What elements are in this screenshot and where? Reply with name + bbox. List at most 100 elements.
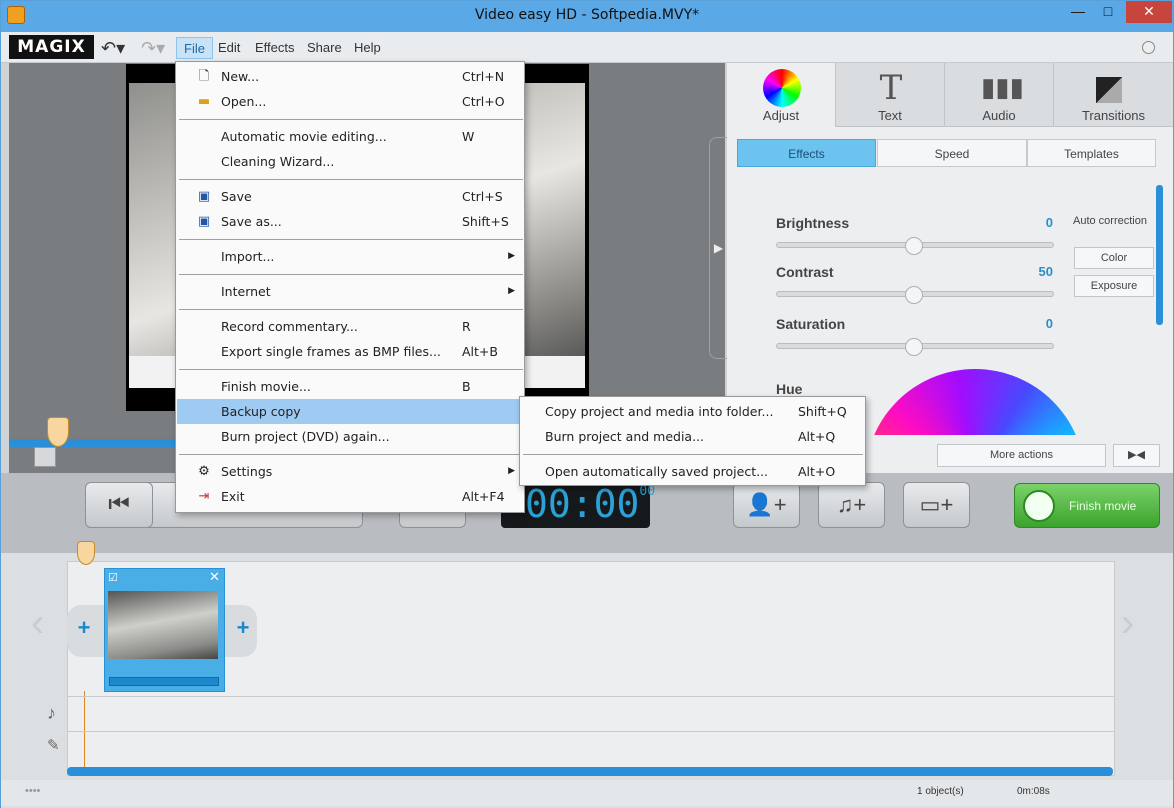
menu-item-open[interactable]: ▬ Open... Ctrl+O — [177, 89, 523, 114]
collapse-panel-icon[interactable]: ▶◀ — [1113, 444, 1160, 467]
submenu-item-label: Open automatically saved project... — [545, 464, 769, 479]
redo-icon[interactable]: ↷▾ — [141, 38, 165, 59]
scroll-right-icon[interactable]: › — [1121, 601, 1134, 646]
title-bar: Video easy HD - Softpedia.MVY* — □ ✕ — [1, 1, 1173, 32]
add-music-icon[interactable]: ♫+ — [818, 482, 885, 528]
close-button[interactable]: ✕ — [1126, 1, 1172, 23]
tab-audio[interactable]: ▮▮▮ Audio — [945, 63, 1054, 127]
clip-checkbox-icon[interactable]: ☑ — [108, 571, 118, 584]
subtab-effects[interactable]: Effects — [737, 139, 876, 167]
menu-edit[interactable]: Edit — [211, 37, 247, 59]
menu-item-label: Automatic movie editing... — [221, 129, 387, 144]
menu-item-shortcut: B — [462, 379, 471, 394]
maximize-button[interactable]: □ — [1093, 1, 1123, 23]
exposure-button[interactable]: Exposure — [1074, 275, 1154, 297]
color-wheel-icon — [763, 69, 801, 107]
submenu-item-copy-project[interactable]: Copy project and media into folder... Shi… — [521, 399, 865, 424]
menu-item-export-frames[interactable]: Export single frames as BMP files... Alt+… — [177, 339, 523, 364]
contrast-slider-thumb[interactable] — [905, 286, 923, 304]
menu-item-finish-movie[interactable]: Finish movie... B — [177, 374, 523, 399]
menu-item-label: Settings — [221, 464, 273, 479]
menu-item-settings[interactable]: ⚙ Settings ▶ — [177, 459, 523, 484]
settings-circle-icon[interactable] — [1142, 41, 1155, 54]
duration-text: 0m:08s — [1017, 786, 1050, 797]
menu-item-label: Open... — [221, 94, 267, 109]
file-menu: 🗋 New... Ctrl+N ▬ Open... Ctrl+O Automatic m… — [175, 61, 525, 513]
commentary-track-icon: ✎ — [47, 737, 60, 754]
menu-help[interactable]: Help — [347, 37, 388, 59]
save-as-icon: ▣ — [197, 214, 211, 229]
menu-separator — [179, 119, 523, 120]
menu-item-internet[interactable]: Internet ▶ — [177, 279, 523, 304]
undo-icon[interactable]: ↶▾ — [101, 38, 125, 59]
tab-transitions[interactable]: Transitions — [1054, 63, 1173, 127]
brightness-value: 0 — [1045, 215, 1053, 230]
tab-text[interactable]: T Text — [836, 63, 945, 127]
panel-tabs: Adjust T Text ▮▮▮ Audio Transitions — [727, 63, 1173, 127]
add-video-icon[interactable]: ▭+ — [903, 482, 970, 528]
tab-transitions-label: Transitions — [1081, 108, 1146, 123]
menu-item-cleaning-wizard[interactable]: Cleaning Wizard... — [177, 149, 523, 174]
preview-scrub-bar[interactable] — [9, 439, 179, 447]
tab-audio-label: Audio — [982, 108, 1016, 123]
menu-separator — [179, 274, 523, 275]
menu-item-save-as[interactable]: ▣ Save as... Shift+S — [177, 209, 523, 234]
preview-playhead-thumb[interactable] — [47, 417, 69, 447]
timeline-playhead[interactable] — [77, 541, 95, 565]
menu-separator — [179, 369, 523, 370]
submenu-item-label: Copy project and media into folder... — [545, 404, 774, 419]
collapse-panel-arrow-icon[interactable]: ▶ — [709, 137, 727, 359]
menu-file[interactable]: File — [176, 37, 213, 59]
menu-item-record-commentary[interactable]: Record commentary... R — [177, 314, 523, 339]
film-reel-icon — [1023, 490, 1055, 522]
menu-item-label: Backup copy — [221, 404, 301, 419]
menu-effects[interactable]: Effects — [248, 37, 302, 59]
minimize-button[interactable]: — — [1063, 1, 1093, 23]
menu-item-auto-editing[interactable]: Automatic movie editing... W — [177, 124, 523, 149]
scroll-left-icon[interactable]: ‹ — [31, 601, 44, 646]
backup-copy-submenu: Copy project and media into folder... Shi… — [519, 396, 866, 486]
saturation-slider-thumb[interactable] — [905, 338, 923, 356]
color-button[interactable]: Color — [1074, 247, 1154, 269]
brightness-slider-thumb[interactable] — [905, 237, 923, 255]
more-actions-button[interactable]: More actions — [937, 444, 1106, 467]
submenu-item-burn-project[interactable]: Burn project and media... Alt+Q — [521, 424, 865, 449]
menu-item-shortcut: Ctrl+O — [462, 94, 505, 109]
insert-after-icon[interactable]: + — [233, 617, 253, 639]
menu-separator — [179, 239, 523, 240]
volume-icon[interactable] — [34, 447, 56, 467]
menu-item-label: Import... — [221, 249, 275, 264]
new-doc-icon: 🗋 — [198, 69, 210, 84]
menu-share[interactable]: Share — [300, 37, 349, 59]
timeline-scrollbar[interactable] — [67, 767, 1113, 776]
menu-item-exit[interactable]: ⇥ Exit Alt+F4 — [177, 484, 523, 509]
menu-item-shortcut: Alt+F4 — [462, 489, 505, 504]
submenu-item-label: Burn project and media... — [545, 429, 705, 444]
tab-adjust[interactable]: Adjust — [727, 63, 836, 127]
track-divider — [67, 696, 1115, 697]
status-bar: •••• 1 object(s) 0m:08s — [1, 780, 1173, 806]
window-title: Video easy HD - Softpedia.MVY* — [474, 7, 700, 23]
add-photo-icon[interactable]: 👤+ — [733, 482, 800, 528]
menu-item-label: Internet — [221, 284, 271, 299]
music-track-icon: ♪ — [47, 703, 56, 723]
clip-remove-icon[interactable]: ✕ — [209, 569, 220, 585]
track-divider-2 — [67, 731, 1115, 732]
menu-item-save[interactable]: ▣ Save Ctrl+S — [177, 184, 523, 209]
hue-color-wheel[interactable] — [865, 369, 1085, 435]
submenu-item-open-autosave[interactable]: Open automatically saved project... Alt+O — [521, 459, 865, 484]
audio-waveform-icon: ▮▮▮ — [981, 73, 1024, 103]
menu-item-backup-copy[interactable]: Backup copy — [177, 399, 523, 424]
menu-separator — [179, 179, 523, 180]
menu-item-new[interactable]: 🗋 New... Ctrl+N — [177, 64, 523, 89]
subtab-templates[interactable]: Templates — [1027, 139, 1156, 167]
skip-start-icon[interactable]: ⏮ — [85, 482, 153, 528]
menu-item-import[interactable]: Import... ▶ — [177, 244, 523, 269]
finish-movie-button[interactable]: Finish movie — [1014, 483, 1160, 528]
menu-item-burn-again[interactable]: Burn project (DVD) again... — [177, 424, 523, 449]
menu-separator — [179, 454, 523, 455]
insert-before-icon[interactable]: + — [74, 617, 94, 639]
panel-scrollbar[interactable] — [1156, 185, 1163, 325]
magix-logo: MAGIX — [9, 35, 94, 59]
subtab-speed[interactable]: Speed — [877, 139, 1027, 167]
